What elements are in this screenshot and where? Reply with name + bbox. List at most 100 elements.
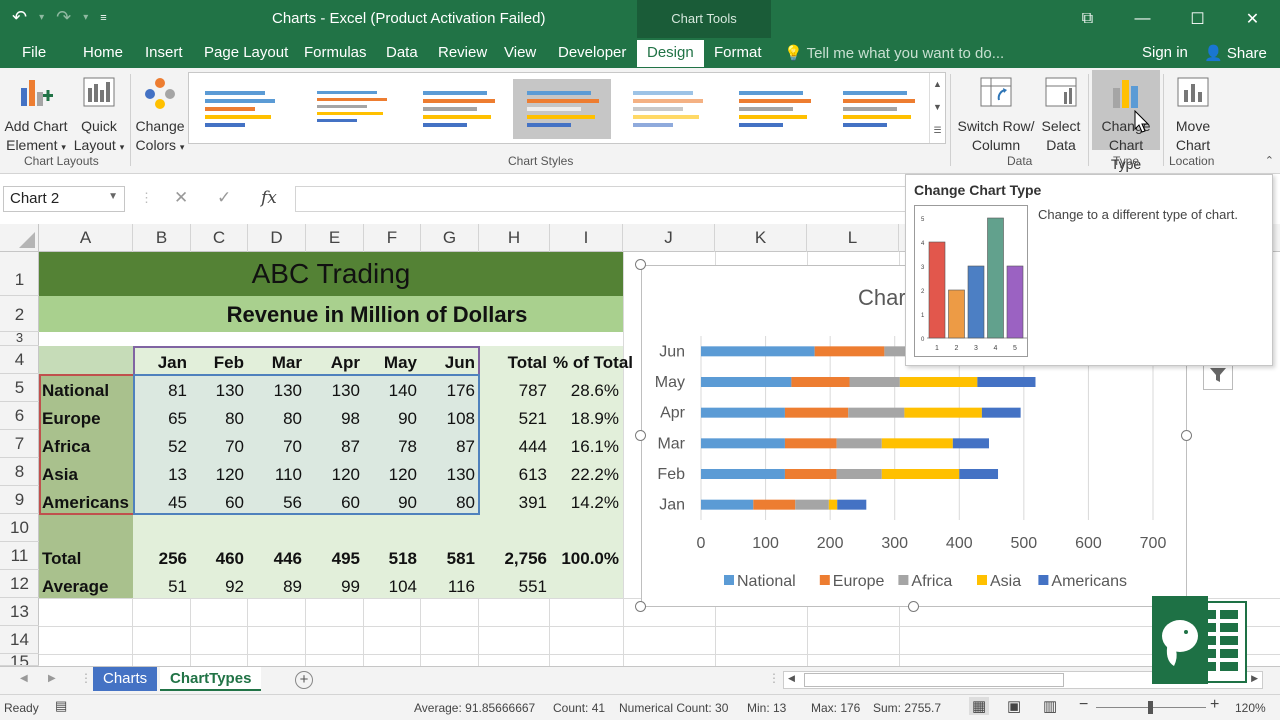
move-chart-button[interactable]: Move Chart xyxy=(1166,74,1220,155)
bar-segment[interactable] xyxy=(881,438,953,449)
column-header-j[interactable]: J xyxy=(623,224,715,252)
share-button[interactable]: 👤 Share xyxy=(1204,44,1267,62)
tab-page-layout[interactable]: Page Layout xyxy=(204,44,288,61)
total-row-cell[interactable]: 581 xyxy=(421,549,475,569)
chevron-down-icon[interactable]: ▼ xyxy=(108,191,118,202)
row-header-10[interactable]: 10 xyxy=(0,514,39,542)
data-cell[interactable]: 80 xyxy=(421,493,475,513)
data-cell[interactable]: 98 xyxy=(306,409,360,429)
zoom-out-icon[interactable]: − xyxy=(1079,696,1088,714)
average-row-cell[interactable]: 51 xyxy=(133,577,187,597)
tab-data[interactable]: Data xyxy=(386,44,418,61)
bar-segment[interactable] xyxy=(784,438,837,449)
total-row-cell[interactable]: 256 xyxy=(133,549,187,569)
pct-cell[interactable]: 16.1% xyxy=(550,437,619,457)
total-row-cell[interactable]: 460 xyxy=(191,549,244,569)
data-cell[interactable]: 130 xyxy=(191,381,244,401)
data-cell[interactable]: 52 xyxy=(133,437,187,457)
pct-cell[interactable]: 18.9% xyxy=(550,409,619,429)
scroll-down-icon[interactable]: ▼ xyxy=(930,96,945,119)
maximize-icon[interactable]: ☐ xyxy=(1170,0,1225,38)
average-row-cell[interactable]: 92 xyxy=(191,577,244,597)
row-header-3[interactable]: 3 xyxy=(0,331,39,346)
ribbon-display-icon[interactable]: ⧉ xyxy=(1060,0,1115,38)
grand-pct-cell[interactable]: 100.0% xyxy=(550,549,619,569)
select-all-corner[interactable] xyxy=(0,224,39,252)
select-data-button[interactable]: Select Data xyxy=(1038,74,1084,155)
data-cell[interactable]: 65 xyxy=(133,409,187,429)
chart-style-thumbnail[interactable] xyxy=(409,79,507,139)
grand-total-cell[interactable]: 2,756 xyxy=(479,549,547,569)
bar-segment[interactable] xyxy=(701,407,785,418)
legend-swatch[interactable] xyxy=(898,575,909,585)
tab-view[interactable]: View xyxy=(504,44,536,61)
add-sheet-icon[interactable]: + xyxy=(295,671,313,689)
tab-formulas[interactable]: Formulas xyxy=(304,44,367,61)
pct-cell[interactable]: 14.2% xyxy=(550,493,619,513)
row-header-2[interactable]: 2 xyxy=(0,296,39,332)
data-cell[interactable]: 90 xyxy=(364,409,417,429)
tab-format[interactable]: Format xyxy=(714,44,762,61)
data-cell[interactable]: 130 xyxy=(306,381,360,401)
total-cell[interactable]: 391 xyxy=(479,493,547,513)
total-cell[interactable]: 444 xyxy=(479,437,547,457)
column-header-i[interactable]: I xyxy=(550,224,623,252)
column-header-h[interactable]: H xyxy=(479,224,550,252)
column-header-f[interactable]: F xyxy=(364,224,421,252)
tab-file[interactable]: File xyxy=(22,44,46,61)
scroll-right-icon[interactable]: ▶ xyxy=(1251,673,1258,684)
data-cell[interactable]: 176 xyxy=(421,381,475,401)
chart-style-thumbnail[interactable] xyxy=(619,79,717,139)
column-header-a[interactable]: A xyxy=(39,224,133,252)
average-row-cell[interactable]: 116 xyxy=(421,577,475,597)
page-break-view-icon[interactable]: ▥ xyxy=(1043,697,1057,715)
legend-swatch[interactable] xyxy=(724,575,734,585)
bar-segment[interactable] xyxy=(814,346,885,357)
chart-style-thumbnail[interactable] xyxy=(725,79,823,139)
bar-segment[interactable] xyxy=(753,499,796,510)
macro-record-icon[interactable]: ▤ xyxy=(55,698,67,714)
bar-segment[interactable] xyxy=(848,407,905,418)
customize-toolbar-icon[interactable]: ≡ xyxy=(100,12,106,24)
row-header-14[interactable]: 14 xyxy=(0,626,39,654)
bar-segment[interactable] xyxy=(837,499,867,510)
resize-handle[interactable] xyxy=(1181,430,1192,441)
pct-cell[interactable]: 22.2% xyxy=(550,465,619,485)
row-header-15[interactable]: 15 xyxy=(0,654,39,666)
bar-segment[interactable] xyxy=(791,377,850,387)
data-cell[interactable]: 13 xyxy=(133,465,187,485)
row-header-12[interactable]: 12 xyxy=(0,570,39,598)
sheet-tab-charttypes[interactable]: ChartTypes xyxy=(160,667,262,691)
row-header-8[interactable]: 8 xyxy=(0,458,39,486)
bar-segment[interactable] xyxy=(849,377,900,387)
data-cell[interactable]: 45 xyxy=(133,493,187,513)
total-cell[interactable]: 521 xyxy=(479,409,547,429)
next-sheet-icon[interactable]: ▶ xyxy=(48,673,56,684)
redo-icon[interactable]: ↷ xyxy=(56,7,71,28)
row-header-7[interactable]: 7 xyxy=(0,430,39,458)
data-cell[interactable]: 140 xyxy=(364,381,417,401)
total-cell[interactable]: 787 xyxy=(479,381,547,401)
scroll-up-icon[interactable]: ▲ xyxy=(930,73,945,96)
data-cell[interactable]: 87 xyxy=(306,437,360,457)
chart-style-thumbnail[interactable] xyxy=(829,79,927,139)
bar-segment[interactable] xyxy=(828,499,838,510)
region-name[interactable]: Asia xyxy=(42,465,78,485)
legend-swatch[interactable] xyxy=(819,575,830,585)
average-row-cell[interactable]: 89 xyxy=(248,577,302,597)
region-name[interactable]: Africa xyxy=(42,437,90,457)
bar-segment[interactable] xyxy=(881,469,960,479)
bar-segment[interactable] xyxy=(701,499,754,510)
bar-segment[interactable] xyxy=(904,407,982,418)
resize-handle[interactable] xyxy=(635,259,646,270)
row-header-1[interactable]: 1 xyxy=(0,252,39,296)
chart-title[interactable]: Char xyxy=(858,285,906,310)
column-header-k[interactable]: K xyxy=(715,224,807,252)
bar-segment[interactable] xyxy=(701,469,785,479)
legend-label[interactable]: Americans xyxy=(1051,573,1127,590)
column-header-g[interactable]: G xyxy=(421,224,479,252)
row-header-4[interactable]: 4 xyxy=(0,346,39,374)
row-header-6[interactable]: 6 xyxy=(0,402,39,430)
bar-segment[interactable] xyxy=(899,377,978,387)
close-icon[interactable]: ✕ xyxy=(1225,0,1280,38)
